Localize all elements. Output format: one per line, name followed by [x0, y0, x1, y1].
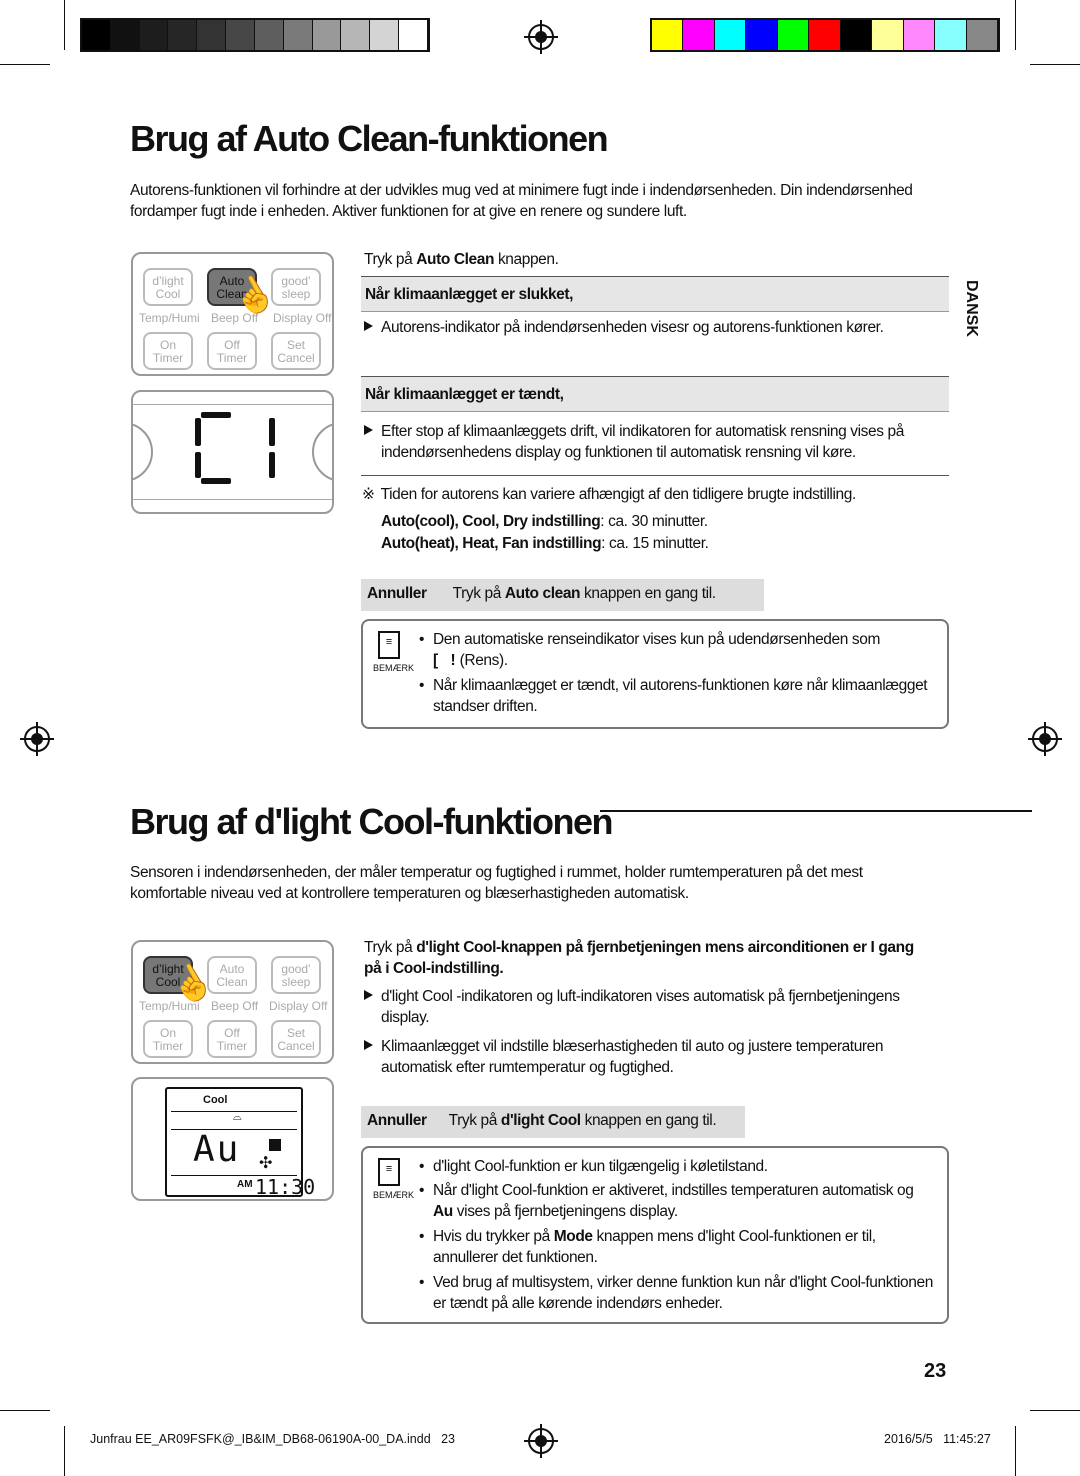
ac-off-text: Autorens-indikator på indendørsenheden v…: [364, 317, 944, 338]
crop-mark: [64, 0, 65, 50]
color-swatch: [872, 20, 904, 50]
indoor-unit-display: C1: [131, 390, 334, 514]
note-icon: ≡ BEMÆRK: [373, 1158, 414, 1200]
time-heat: Auto(heat), Heat, Fan indstilling: ca. 1…: [381, 535, 709, 552]
crop-mark: [1030, 1410, 1080, 1411]
grayscale-bar: [80, 18, 430, 52]
registration-mark-icon: [524, 20, 558, 54]
crop-mark: [0, 64, 50, 65]
cancel-row-dlight: Annuller Tryk på d'light Cool knappen en …: [361, 1106, 745, 1138]
remote-lcd-display: Cool ⌓ Au ✣ AM 11:30: [131, 1077, 334, 1201]
fan-icon: ✣: [259, 1155, 273, 1172]
off-timer-button: Off Timer: [207, 1020, 257, 1058]
registration-mark-icon: [20, 722, 54, 756]
note-icon: ≡ BEMÆRK: [373, 631, 414, 673]
crop-mark: [64, 1426, 65, 1476]
color-swatch: [341, 20, 371, 50]
set-cancel-button: Set Cancel: [271, 332, 321, 370]
arrow-bullet-icon: [364, 321, 373, 331]
arrow-bullet-icon: [364, 990, 373, 1000]
header-ac-off: Når klimaanlægget er slukket,: [361, 276, 949, 312]
header-ac-on: Når klimaanlægget er tændt,: [361, 376, 949, 412]
color-swatch: [312, 20, 342, 50]
color-swatch: [254, 20, 284, 50]
color-swatch: [197, 20, 227, 50]
dlight-bullet-1: d'light Cool -indikatoren og luft-indika…: [364, 986, 924, 1028]
arrow-bullet-icon: [364, 425, 373, 435]
color-swatch: [110, 20, 140, 50]
time-note: ※ Tiden for autorens kan variere afhængig…: [362, 486, 856, 503]
display-off-label: Display Off: [273, 311, 332, 325]
color-swatch: [809, 20, 841, 50]
au-inline-icon: Au: [433, 1203, 453, 1220]
ac-on-text: Efter stop af klimaanlæggets drift, vil …: [364, 421, 934, 463]
page-number: 23: [924, 1360, 947, 1382]
color-swatch: [652, 20, 684, 50]
temp-humi-label: Temp/Humi: [139, 311, 200, 325]
section-title-dlight-cool: Brug af d'light Cool-funktionen: [130, 801, 613, 842]
dlight-bullet-2: Klimaanlægget vil indstille blæserhastig…: [364, 1036, 924, 1078]
lcd-main-digits: Au: [193, 1129, 241, 1170]
footer-filename: Junfrau EE_AR09FSFK@_IB&IM_DB68-06190A-0…: [90, 1432, 455, 1446]
color-swatch: [683, 20, 715, 50]
color-swatch: [82, 20, 111, 50]
crop-mark: [1015, 0, 1016, 50]
color-swatch: [714, 20, 747, 50]
crop-mark: [0, 1410, 50, 1411]
color-swatch: [840, 20, 873, 50]
crop-mark: [1030, 64, 1080, 65]
lcd-time: 11:30: [255, 1175, 316, 1199]
color-swatch: [139, 20, 169, 50]
display-off-label: Display Off: [269, 999, 328, 1013]
set-cancel-button: Set Cancel: [271, 1020, 321, 1058]
auto-clean-step: Tryk på Auto Clean knappen.: [364, 251, 559, 268]
air-indicator-icon: [269, 1139, 281, 1151]
dlight-intro: Sensoren i indendørsenheden, der måler t…: [130, 864, 863, 902]
color-swatch: [935, 20, 967, 50]
dlight-icon: ⌓: [233, 1111, 242, 1123]
good-sleep-button: good’ sleep: [271, 956, 321, 994]
c1-inline-icon: [ !: [433, 652, 460, 669]
color-swatch: [399, 20, 428, 50]
remote-control-auto-clean: d’light Cool Auto Clean good’ sleep Temp/Hu…: [131, 252, 334, 376]
dlight-step: Tryk på d'light Cool-knappen på fjernbet…: [364, 939, 914, 977]
remark-box-dlight: ≡BEMÆRK d'light Cool-funktion er kun til…: [361, 1146, 949, 1324]
color-swatch: [226, 20, 255, 50]
auto-clean-intro: Autorens-funktionen vil forhindre at der…: [130, 182, 913, 220]
color-swatch: [283, 20, 313, 50]
beep-off-label: Beep Off: [211, 999, 259, 1013]
remote-control-dlight: d’light Cool Auto Clean good’ sleep Temp/Hu…: [131, 940, 334, 1064]
side-language-tab: DANSK: [963, 280, 980, 337]
color-swatch: [777, 20, 810, 50]
footer-date: 2016/5/5 11:45:27: [884, 1432, 991, 1446]
color-swatch: [966, 20, 998, 50]
color-swatch: [370, 20, 400, 50]
color-swatch: [168, 20, 198, 50]
lcd-mode: Cool: [203, 1094, 228, 1106]
color-bar: [650, 18, 1000, 52]
lcd-ampm: AM: [237, 1179, 253, 1190]
time-cool: Auto(cool), Cool, Dry indstilling: ca. 3…: [381, 513, 708, 530]
section-title-auto-clean: Brug af Auto Clean-funktionen: [130, 118, 609, 159]
color-swatch: [903, 20, 936, 50]
on-timer-button: On Timer: [143, 1020, 193, 1058]
crop-mark: [1015, 1426, 1016, 1476]
off-timer-button: Off Timer: [207, 332, 257, 370]
cancel-row-auto-clean: Annuller Tryk på Auto clean knappen en ga…: [361, 579, 764, 611]
registration-mark-icon: [1028, 722, 1062, 756]
divider: [361, 475, 949, 476]
registration-mark-icon: [524, 1424, 558, 1458]
c1-display-digits: [195, 412, 285, 484]
on-timer-button: On Timer: [143, 332, 193, 370]
remark-box-auto-clean: ≡BEMÆRK Den automatiske renseindikator v…: [361, 619, 949, 729]
color-swatch: [746, 20, 778, 50]
arrow-bullet-icon: [364, 1040, 373, 1050]
dlight-cool-button: d’light Cool: [143, 268, 193, 306]
title-rule: [600, 810, 1032, 812]
